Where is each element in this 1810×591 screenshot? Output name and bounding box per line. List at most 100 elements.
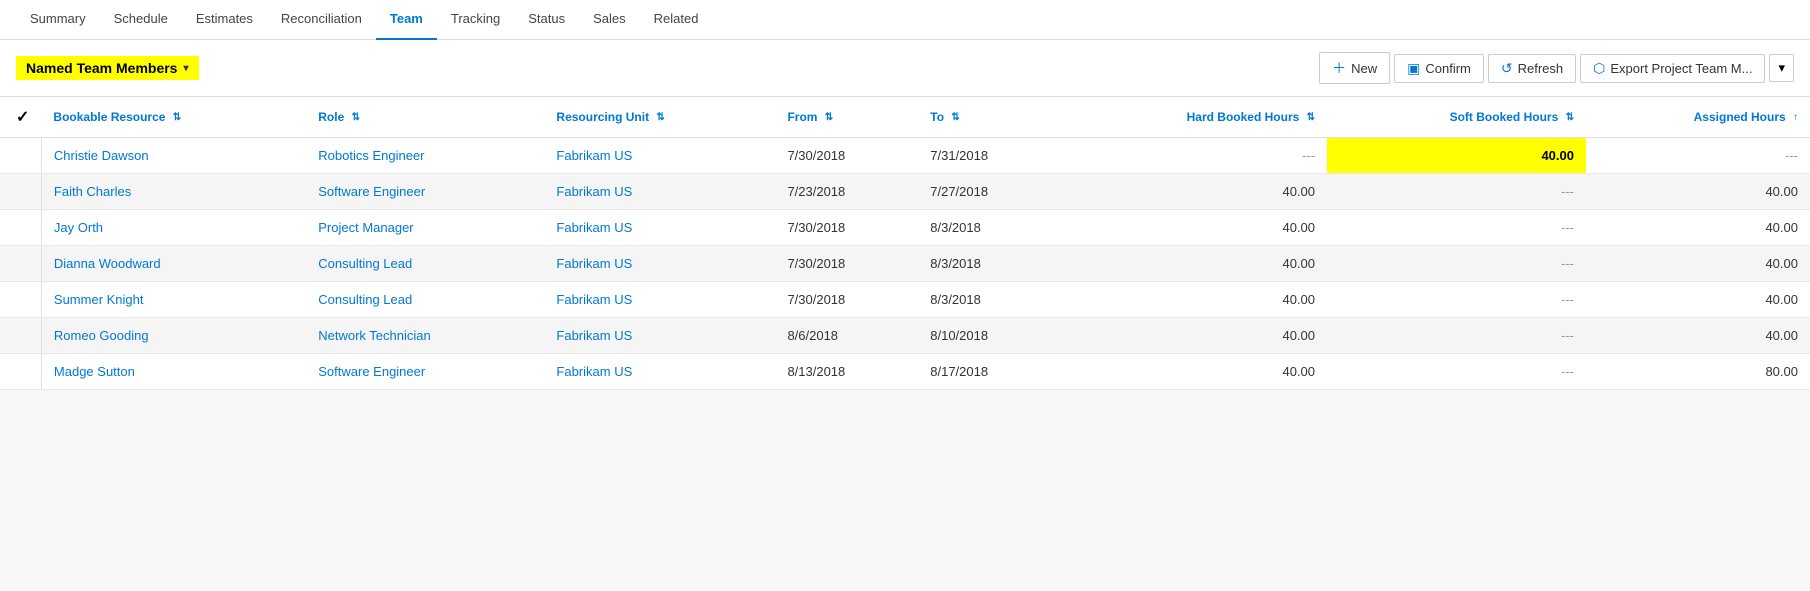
col-soft-booked[interactable]: Soft Booked Hours ⇅ <box>1327 97 1586 138</box>
select-all-checkbox[interactable]: ✓ <box>0 97 41 138</box>
refresh-button[interactable]: ↺ Refresh <box>1488 54 1576 83</box>
row-checkbox[interactable] <box>0 174 41 210</box>
resourcing-unit[interactable]: Fabrikam US <box>544 210 775 246</box>
main-content: Named Team Members ▾ ＋ New ▣ Confirm ↺ R… <box>0 40 1810 390</box>
assigned-hours: 40.00 <box>1586 282 1810 318</box>
resourcing-unit[interactable]: Fabrikam US <box>544 354 775 390</box>
nav-schedule[interactable]: Schedule <box>100 0 182 40</box>
resource-role[interactable]: Project Manager <box>306 210 544 246</box>
resource-name[interactable]: Jay Orth <box>41 210 306 246</box>
date-from: 8/6/2018 <box>775 318 918 354</box>
export-button[interactable]: ⬡ Export Project Team M... <box>1580 54 1765 83</box>
date-to: 8/3/2018 <box>918 282 1061 318</box>
resourcing-unit[interactable]: Fabrikam US <box>544 318 775 354</box>
section-header: Named Team Members ▾ ＋ New ▣ Confirm ↺ R… <box>0 40 1810 97</box>
resource-role[interactable]: Consulting Lead <box>306 282 544 318</box>
resourcing-unit[interactable]: Fabrikam US <box>544 174 775 210</box>
date-to: 7/27/2018 <box>918 174 1061 210</box>
col-resourcing-unit[interactable]: Resourcing Unit ⇅ <box>544 97 775 138</box>
col-to[interactable]: To ⇅ <box>918 97 1061 138</box>
hard-booked-hours: 40.00 <box>1061 246 1327 282</box>
soft-booked-hours: 40.00 <box>1327 138 1586 174</box>
nav-related[interactable]: Related <box>640 0 713 40</box>
new-button[interactable]: ＋ New <box>1319 52 1390 84</box>
refresh-icon: ↺ <box>1501 60 1513 77</box>
row-checkbox[interactable] <box>0 282 41 318</box>
table-row: Jay OrthProject ManagerFabrikam US7/30/2… <box>0 210 1810 246</box>
row-checkbox[interactable] <box>0 354 41 390</box>
soft-booked-hours: --- <box>1327 318 1586 354</box>
hard-booked-hours: 40.00 <box>1061 318 1327 354</box>
confirm-button-label: Confirm <box>1425 61 1471 76</box>
section-title[interactable]: Named Team Members ▾ <box>16 56 199 80</box>
nav-reconciliation[interactable]: Reconciliation <box>267 0 376 40</box>
date-from: 7/30/2018 <box>775 246 918 282</box>
nav-status[interactable]: Status <box>514 0 579 40</box>
assigned-hours: 40.00 <box>1586 174 1810 210</box>
nav-team[interactable]: Team <box>376 0 437 40</box>
resource-role[interactable]: Software Engineer <box>306 174 544 210</box>
resource-name[interactable]: Faith Charles <box>41 174 306 210</box>
nav-estimates[interactable]: Estimates <box>182 0 267 40</box>
resource-role[interactable]: Consulting Lead <box>306 246 544 282</box>
col-hard-booked[interactable]: Hard Booked Hours ⇅ <box>1061 97 1327 138</box>
hard-booked-hours: 40.00 <box>1061 174 1327 210</box>
nav-summary[interactable]: Summary <box>16 0 100 40</box>
date-from: 8/13/2018 <box>775 354 918 390</box>
soft-booked-hours: --- <box>1327 354 1586 390</box>
col-from[interactable]: From ⇅ <box>775 97 918 138</box>
date-from: 7/23/2018 <box>775 174 918 210</box>
soft-booked-hours: --- <box>1327 210 1586 246</box>
resourcing-unit[interactable]: Fabrikam US <box>544 282 775 318</box>
sort-icon: ⇅ <box>825 112 833 123</box>
resource-name[interactable]: Madge Sutton <box>41 354 306 390</box>
row-checkbox[interactable] <box>0 318 41 354</box>
row-checkbox[interactable] <box>0 210 41 246</box>
section-title-text: Named Team Members <box>26 60 177 76</box>
more-options-icon: ▾ <box>1778 60 1785 75</box>
date-to: 8/10/2018 <box>918 318 1061 354</box>
nav-sales[interactable]: Sales <box>579 0 640 40</box>
col-role[interactable]: Role ⇅ <box>306 97 544 138</box>
col-assigned[interactable]: Assigned Hours ↑ <box>1586 97 1810 138</box>
table-row: Christie DawsonRobotics EngineerFabrikam… <box>0 138 1810 174</box>
row-checkbox[interactable] <box>0 246 41 282</box>
sort-icon: ⇅ <box>173 112 181 123</box>
sort-icon: ⇅ <box>656 112 664 123</box>
hard-booked-hours: --- <box>1061 138 1327 174</box>
resource-role[interactable]: Software Engineer <box>306 354 544 390</box>
table-row: Romeo GoodingNetwork TechnicianFabrikam … <box>0 318 1810 354</box>
resourcing-unit[interactable]: Fabrikam US <box>544 246 775 282</box>
checkmark-icon: ✓ <box>16 109 29 126</box>
sort-icon: ↑ <box>1793 112 1798 123</box>
date-to: 7/31/2018 <box>918 138 1061 174</box>
export-icon: ⬡ <box>1593 60 1605 77</box>
date-to: 8/3/2018 <box>918 210 1061 246</box>
export-button-label: Export Project Team M... <box>1610 61 1752 76</box>
plus-icon: ＋ <box>1332 58 1346 78</box>
sort-icon: ⇅ <box>1307 112 1315 123</box>
resource-name[interactable]: Dianna Woodward <box>41 246 306 282</box>
table-row: Dianna WoodwardConsulting LeadFabrikam U… <box>0 246 1810 282</box>
date-from: 7/30/2018 <box>775 138 918 174</box>
table-row: Summer KnightConsulting LeadFabrikam US7… <box>0 282 1810 318</box>
confirm-button[interactable]: ▣ Confirm <box>1394 54 1484 83</box>
more-options-button[interactable]: ▾ <box>1769 54 1794 82</box>
row-checkbox[interactable] <box>0 138 41 174</box>
resource-role[interactable]: Network Technician <box>306 318 544 354</box>
resource-name[interactable]: Christie Dawson <box>41 138 306 174</box>
sort-icon: ⇅ <box>951 112 959 123</box>
assigned-hours: 80.00 <box>1586 354 1810 390</box>
assigned-hours: 40.00 <box>1586 246 1810 282</box>
resource-name[interactable]: Summer Knight <box>41 282 306 318</box>
resourcing-unit[interactable]: Fabrikam US <box>544 138 775 174</box>
soft-booked-hours: --- <box>1327 246 1586 282</box>
resource-name[interactable]: Romeo Gooding <box>41 318 306 354</box>
table-row: Faith CharlesSoftware EngineerFabrikam U… <box>0 174 1810 210</box>
resource-role[interactable]: Robotics Engineer <box>306 138 544 174</box>
hard-booked-hours: 40.00 <box>1061 210 1327 246</box>
nav-tracking[interactable]: Tracking <box>437 0 514 40</box>
new-button-label: New <box>1351 61 1377 76</box>
date-from: 7/30/2018 <box>775 210 918 246</box>
col-bookable-resource[interactable]: Bookable Resource ⇅ <box>41 97 306 138</box>
